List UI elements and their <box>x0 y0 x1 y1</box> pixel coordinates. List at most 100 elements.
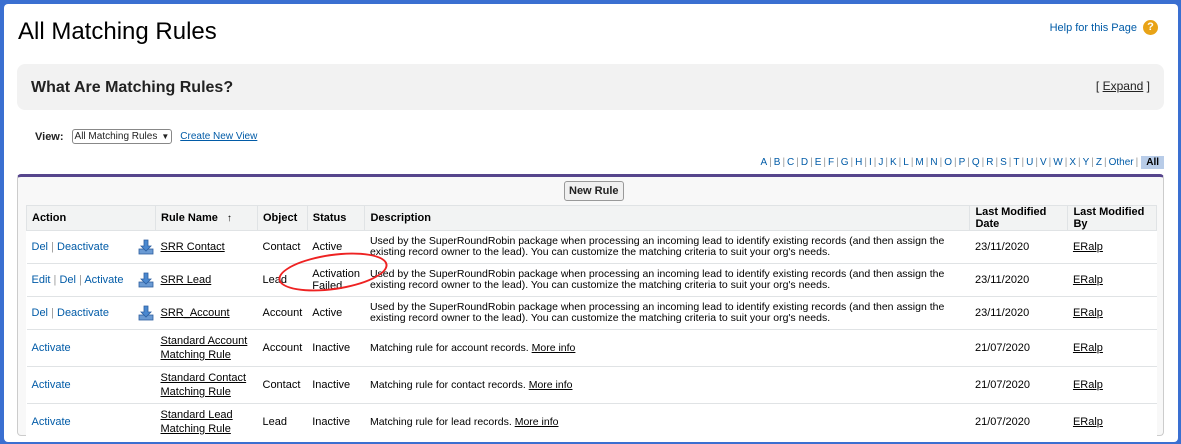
last-modified-by-cell: ERalp <box>1067 403 1157 441</box>
user-link[interactable]: ERalp <box>1073 416 1103 428</box>
download-icon[interactable] <box>138 305 154 321</box>
col-rule-name[interactable]: Rule Name ↑ <box>155 205 258 231</box>
rule-name-link[interactable]: Standard Account Matching Rule <box>161 335 248 361</box>
alpha-filter-v[interactable]: V <box>1038 157 1049 168</box>
alpha-filter-j[interactable]: J <box>876 157 885 168</box>
col-status[interactable]: Status <box>306 205 366 231</box>
user-link[interactable]: ERalp <box>1073 307 1103 319</box>
last-modified-by-cell: ERalp <box>1067 230 1157 264</box>
object-cell: Contact <box>257 366 308 404</box>
status-cell: Inactive <box>307 366 365 404</box>
alphabet-filter: A | B | C | D | E | F | G | H | I | J | K | L | M | N | O | P | Q | R | S | T |… <box>758 156 1164 169</box>
alpha-filter-o[interactable]: O <box>942 157 954 168</box>
object-cell: Contact <box>257 230 308 264</box>
col-description: Description <box>364 205 971 231</box>
action-edit-link[interactable]: Edit <box>32 274 51 286</box>
download-icon[interactable] <box>138 239 154 255</box>
action-activate-link[interactable]: Activate <box>32 379 71 391</box>
rule-name-link[interactable]: Standard Lead Matching Rule <box>161 409 233 435</box>
last-modified-by-cell: ERalp <box>1067 366 1157 404</box>
alpha-filter-all[interactable]: All <box>1141 156 1164 169</box>
chevron-down-icon: ▼ <box>161 132 170 141</box>
last-modified-date-cell: 23/11/2020 <box>969 230 1068 264</box>
download-icon[interactable] <box>138 272 154 288</box>
alpha-filter-y[interactable]: Y <box>1081 157 1092 168</box>
alpha-filter-k[interactable]: K <box>888 157 899 168</box>
alpha-filter-a[interactable]: A <box>758 157 769 168</box>
description-cell: Matching rule for lead records. More inf… <box>364 403 970 441</box>
new-rule-button[interactable]: New Rule <box>564 181 624 201</box>
action-del-link[interactable]: Del <box>32 241 49 253</box>
alpha-filter-e[interactable]: E <box>813 157 824 168</box>
alpha-filter-r[interactable]: R <box>984 157 995 168</box>
user-link[interactable]: ERalp <box>1073 274 1103 286</box>
object-cell: Account <box>257 296 308 330</box>
col-last-modified-by[interactable]: Last Modified By <box>1067 205 1157 231</box>
description-text: Matching rule for lead records. <box>369 415 512 428</box>
description-cell: Matching rule for account records. More … <box>364 329 970 367</box>
rule-name-link[interactable]: Standard Contact Matching Rule <box>161 372 247 398</box>
alpha-filter-s[interactable]: S <box>998 157 1009 168</box>
user-link[interactable]: ERalp <box>1073 379 1103 391</box>
action-del-link[interactable]: Del <box>32 307 49 319</box>
help-icon[interactable]: ? <box>1143 20 1158 35</box>
alpha-filter-w[interactable]: W <box>1051 157 1064 168</box>
alpha-filter-u[interactable]: U <box>1024 157 1035 168</box>
alpha-filter-z[interactable]: Z <box>1094 157 1104 168</box>
user-link[interactable]: ERalp <box>1073 241 1103 253</box>
create-view-link[interactable]: Create New View <box>180 131 257 142</box>
alpha-filter-g[interactable]: G <box>839 157 851 168</box>
alpha-filter-q[interactable]: Q <box>970 157 982 168</box>
rule-name-link[interactable]: SRR Lead <box>161 274 212 286</box>
rule-name-cell: SRR_Account <box>155 296 258 330</box>
action-activate-link[interactable]: Activate <box>32 342 71 354</box>
alpha-filter-p[interactable]: P <box>957 157 968 168</box>
alpha-filter-n[interactable]: N <box>928 157 939 168</box>
rule-name-cell: SRR Contact <box>155 230 258 264</box>
alpha-filter-l[interactable]: L <box>901 157 911 168</box>
col-last-modified-date[interactable]: Last Modified Date <box>969 205 1069 231</box>
action-cell: Edit | Del | Activate <box>26 263 156 297</box>
action-del-link[interactable]: Del <box>59 274 76 286</box>
alpha-filter-t[interactable]: T <box>1011 157 1021 168</box>
more-info-link[interactable]: More info <box>532 342 576 354</box>
table-row: Edit | Del | Activate SRR Lead Lead Activat… <box>26 263 1157 297</box>
rule-name-link[interactable]: SRR Contact <box>161 241 225 253</box>
col-rule-name-label[interactable]: Rule Name <box>161 212 218 224</box>
last-modified-date-cell: 23/11/2020 <box>969 263 1068 297</box>
alpha-filter-other[interactable]: Other <box>1107 157 1136 168</box>
col-object[interactable]: Object <box>257 205 308 231</box>
alpha-filter-b[interactable]: B <box>772 157 783 168</box>
last-modified-date-cell: 21/07/2020 <box>969 329 1068 367</box>
alpha-filter-x[interactable]: X <box>1067 157 1078 168</box>
object-cell: Lead <box>257 403 308 441</box>
more-info-link[interactable]: More info <box>529 379 573 391</box>
description-text: Matching rule for contact records. <box>369 378 526 391</box>
description-cell: Matching rule for contact records. More … <box>364 366 970 404</box>
description-text: Used by the SuperRoundRobin package when… <box>369 235 945 258</box>
alpha-filter-m[interactable]: M <box>913 157 925 168</box>
alpha-filter-c[interactable]: C <box>785 157 796 168</box>
alpha-filter-i[interactable]: I <box>867 157 874 168</box>
page-title: All Matching Rules <box>18 18 217 45</box>
action-deactivate-link[interactable]: Deactivate <box>57 241 109 253</box>
last-modified-date-cell: 23/11/2020 <box>969 296 1068 330</box>
alpha-filter-f[interactable]: F <box>826 157 836 168</box>
table-row: Activate Standard Account Matching Rule Ac… <box>26 329 1157 367</box>
rule-name-link[interactable]: SRR_Account <box>161 307 230 319</box>
alpha-filter-d[interactable]: D <box>799 157 810 168</box>
user-link[interactable]: ERalp <box>1073 342 1103 354</box>
alpha-filter-h[interactable]: H <box>853 157 864 168</box>
rules-table: Action Rule Name ↑ Object Status Descrip… <box>26 205 1157 441</box>
expand-link[interactable]: Expand <box>1103 79 1144 93</box>
info-box: What Are Matching Rules? [ Expand ] <box>17 64 1164 110</box>
more-info-link[interactable]: More info <box>515 416 559 428</box>
help-label[interactable]: Help for this Page <box>1050 22 1137 34</box>
rules-list: New Rule Action Rule Name ↑ Object Statu… <box>17 174 1164 441</box>
view-select[interactable]: All Matching Rules ▼ <box>71 129 173 144</box>
table-row: Activate Standard Lead Matching Rule Lead I… <box>26 403 1157 441</box>
action-activate-link[interactable]: Activate <box>32 416 71 428</box>
help-link[interactable]: Help for this Page ? <box>1050 20 1158 35</box>
action-activate-link[interactable]: Activate <box>84 274 123 286</box>
action-deactivate-link[interactable]: Deactivate <box>57 307 109 319</box>
